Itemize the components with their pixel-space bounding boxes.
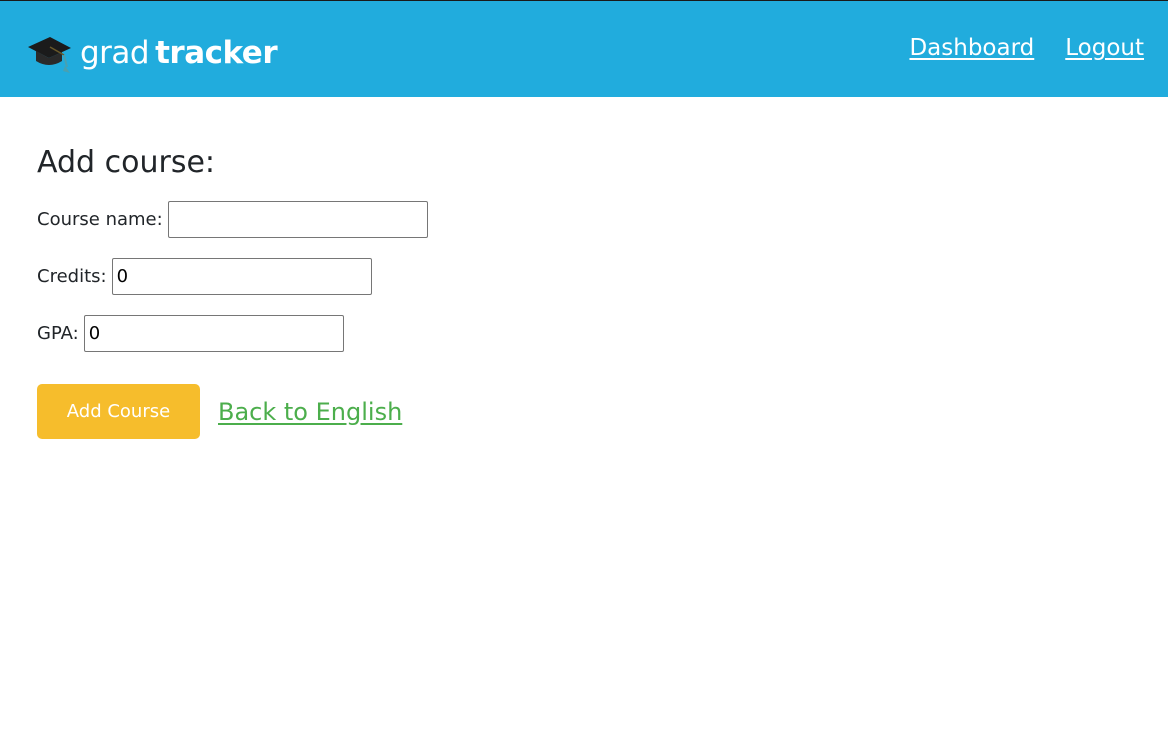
- course-name-input[interactable]: [167, 200, 428, 238]
- gpa-label: GPA:: [37, 322, 79, 344]
- nav-dashboard-link[interactable]: Dashboard: [909, 35, 1034, 61]
- course-name-row: Course name:: [37, 200, 428, 238]
- brand-logo-link[interactable]: grad tracker: [26, 31, 278, 75]
- add-course-form: Add course: Course name: Credits: GPA: A…: [37, 143, 428, 439]
- add-course-button[interactable]: Add Course: [37, 384, 200, 439]
- course-name-label: Course name:: [37, 208, 163, 230]
- gpa-row: GPA:: [37, 314, 428, 352]
- brand-name: grad tracker: [80, 33, 278, 73]
- brand-name-light: grad: [80, 35, 150, 71]
- credits-row: Credits:: [37, 257, 428, 295]
- brand-name-bold: tracker: [155, 35, 278, 71]
- page-title: Add course:: [37, 145, 216, 180]
- graduation-cap-icon: [26, 33, 72, 73]
- nav-links: Dashboard Logout: [909, 35, 1144, 61]
- gpa-input[interactable]: [83, 314, 344, 352]
- credits-label: Credits:: [37, 265, 107, 287]
- top-navbar: grad tracker Dashboard Logout: [0, 0, 1168, 97]
- nav-logout-link[interactable]: Logout: [1065, 35, 1144, 61]
- back-to-english-link[interactable]: Back to English: [218, 398, 402, 426]
- form-actions: Add Course Back to English: [37, 384, 428, 439]
- credits-input[interactable]: [111, 257, 372, 295]
